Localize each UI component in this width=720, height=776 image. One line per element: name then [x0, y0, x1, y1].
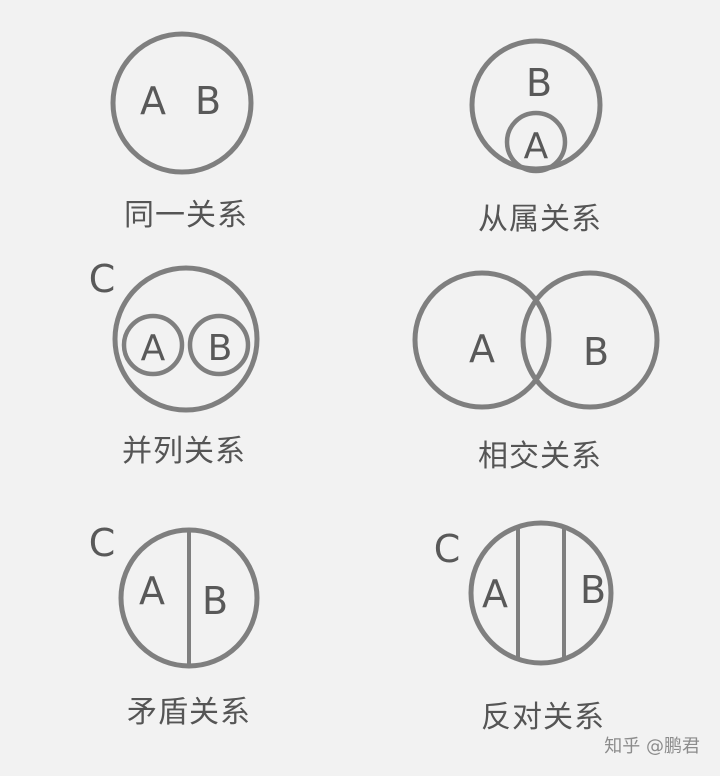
contrary-label-c: C — [434, 527, 461, 571]
parallel-label-c: C — [89, 257, 116, 301]
panel-contradiction: C A B 矛盾关系 — [89, 521, 260, 730]
parallel-outer-circle — [112, 265, 260, 413]
identity-label-a: A — [140, 79, 166, 123]
identity-caption: 同一关系 — [124, 198, 248, 233]
contradiction-caption: 矛盾关系 — [127, 695, 251, 730]
subordination-caption: 从属关系 — [478, 202, 602, 237]
watermark: 知乎 @鹏君 — [604, 736, 700, 757]
contradiction-label-a: A — [139, 569, 165, 613]
intersection-label-b: B — [583, 330, 609, 374]
panel-intersection: A B 相交关系 — [412, 270, 660, 474]
identity-label-b: B — [195, 79, 221, 123]
subordination-label-b: B — [526, 61, 552, 105]
intersection-caption: 相交关系 — [478, 439, 602, 474]
logic-relations-diagram: A B 同一关系 B A 从属关系 C A B 并列关系 A B 相交关系 C … — [89, 31, 700, 757]
contradiction-label-c: C — [89, 521, 116, 565]
contrary-caption: 反对关系 — [481, 700, 605, 735]
panel-contrary: C A B 反对关系 — [434, 520, 614, 735]
contrary-label-b: B — [580, 568, 606, 612]
panel-identity: A B 同一关系 — [110, 31, 254, 233]
intersection-label-a: A — [469, 327, 495, 371]
parallel-label-a: A — [141, 328, 166, 369]
identity-circle — [110, 31, 254, 175]
contradiction-label-b: B — [202, 579, 228, 623]
parallel-caption: 并列关系 — [122, 434, 246, 469]
parallel-label-b: B — [208, 328, 233, 369]
panel-subordination: B A 从属关系 — [469, 38, 603, 237]
contrary-label-a: A — [482, 572, 508, 616]
panel-parallel: C A B 并列关系 — [89, 257, 260, 469]
subordination-label-a: A — [524, 126, 549, 167]
